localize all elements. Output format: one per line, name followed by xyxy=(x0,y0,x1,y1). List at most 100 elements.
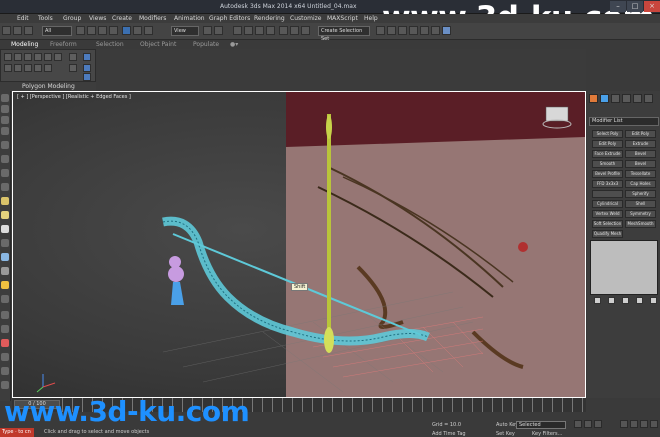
undo-icon[interactable] xyxy=(2,26,11,35)
modifier-button[interactable]: Vertex Weld xyxy=(592,210,623,218)
spinner-snap-icon[interactable] xyxy=(266,26,275,35)
viewport-label[interactable]: [ + ] [Perspective ] [Realistic + Edged … xyxy=(17,94,131,100)
modifier-button[interactable]: Spherify xyxy=(625,190,656,198)
window-crossing-icon[interactable] xyxy=(109,26,118,35)
reference-coord-dropdown[interactable]: View xyxy=(171,26,199,36)
maximize-viewport-icon[interactable] xyxy=(650,420,658,428)
modifier-button[interactable]: Bevel Profile xyxy=(592,170,623,178)
modifier-button[interactable]: Quadify Mesh xyxy=(592,230,623,238)
modifier-button[interactable]: Bevel xyxy=(625,160,656,168)
tool-icon[interactable] xyxy=(1,281,9,289)
redo-icon[interactable] xyxy=(13,26,22,35)
modifier-button[interactable]: Soft Selection xyxy=(592,220,623,228)
orbit-icon[interactable] xyxy=(630,420,638,428)
ribbon-tool-icon[interactable] xyxy=(34,64,42,72)
play-back-icon[interactable] xyxy=(574,420,582,428)
modifier-button[interactable]: Face Extrude xyxy=(592,150,623,158)
modifier-button[interactable]: Cap Holes xyxy=(625,180,656,188)
ribbon-tool-icon[interactable] xyxy=(4,53,12,61)
menu-create[interactable]: Create xyxy=(112,15,132,22)
modifier-button[interactable]: Edit Poly xyxy=(625,130,656,138)
snap-icon[interactable] xyxy=(233,26,242,35)
show-end-result-icon[interactable] xyxy=(608,297,615,304)
rect-select-icon[interactable] xyxy=(98,26,107,35)
move-icon[interactable] xyxy=(122,26,131,35)
modifier-button[interactable]: Tessellate xyxy=(625,170,656,178)
configure-sets-icon[interactable] xyxy=(650,297,657,304)
curve-editor-icon[interactable] xyxy=(387,26,396,35)
menu-graph-editors[interactable]: Graph Editors xyxy=(209,15,250,22)
tool-icon[interactable] xyxy=(1,183,9,191)
tool-icon[interactable] xyxy=(1,367,9,375)
tool-icon[interactable] xyxy=(1,267,9,275)
select-manipulate-icon[interactable] xyxy=(214,26,223,35)
angle-snap-icon[interactable] xyxy=(244,26,253,35)
tool-icon[interactable] xyxy=(1,155,9,163)
pin-stack-icon[interactable] xyxy=(594,297,601,304)
ribbon-tool-icon[interactable] xyxy=(54,53,62,61)
polygon-modeling-label[interactable]: Polygon Modeling xyxy=(22,83,75,90)
ribbon-tool-icon[interactable] xyxy=(83,73,91,81)
tool-icon[interactable] xyxy=(1,311,9,319)
tab-object-paint[interactable]: Object Paint xyxy=(140,41,176,48)
modifier-button[interactable]: Edit Poly xyxy=(592,140,623,148)
key-mode-dropdown[interactable]: Selected xyxy=(516,421,566,429)
layer-icon[interactable] xyxy=(376,26,385,35)
ribbon-tool-icon[interactable] xyxy=(14,64,22,72)
ribbon-tool-icon[interactable] xyxy=(4,64,12,72)
pivot-icon[interactable] xyxy=(203,26,212,35)
ribbon-options-icon[interactable]: ●▾ xyxy=(230,41,238,48)
tool-icon[interactable] xyxy=(1,225,9,233)
modifier-button[interactable]: Select Poly xyxy=(592,130,623,138)
select-object-icon[interactable] xyxy=(76,26,85,35)
ribbon-tool-icon[interactable] xyxy=(83,53,91,61)
tool-icon[interactable] xyxy=(1,116,9,124)
pan-icon[interactable] xyxy=(640,420,648,428)
key-filters-button[interactable]: Key Filters... xyxy=(532,431,562,437)
set-key-button[interactable]: Set Key xyxy=(496,431,515,437)
ribbon-panel-label[interactable]: Polygon Modeling xyxy=(0,82,96,91)
schematic-icon[interactable] xyxy=(398,26,407,35)
menu-modifiers[interactable]: Modifiers xyxy=(139,15,166,22)
scale-icon[interactable] xyxy=(144,26,153,35)
viewcube[interactable] xyxy=(545,106,569,122)
tool-icon[interactable] xyxy=(1,381,9,389)
ribbon-tool-icon[interactable] xyxy=(24,64,32,72)
selection-filter-dropdown[interactable]: All xyxy=(42,26,72,36)
tassel[interactable] xyxy=(171,282,184,305)
link-icon[interactable] xyxy=(24,26,33,35)
tool-icon[interactable] xyxy=(1,211,9,219)
percent-snap-icon[interactable] xyxy=(255,26,264,35)
render-frame-icon[interactable] xyxy=(431,26,440,35)
tool-icon[interactable] xyxy=(1,169,9,177)
mirror-icon[interactable] xyxy=(290,26,299,35)
menu-edit[interactable]: Edit xyxy=(17,15,29,22)
select-by-name-icon[interactable] xyxy=(87,26,96,35)
menu-tools[interactable]: Tools xyxy=(38,15,53,22)
menu-views[interactable]: Views xyxy=(89,15,106,22)
utilities-tab-icon[interactable] xyxy=(644,94,653,103)
render-setup-icon[interactable] xyxy=(420,26,429,35)
tab-populate[interactable]: Populate xyxy=(193,41,219,48)
create-tab-icon[interactable] xyxy=(589,94,598,103)
tab-modeling[interactable]: Modeling xyxy=(11,41,38,48)
modifier-button[interactable]: Extrude xyxy=(625,140,656,148)
rotate-icon[interactable] xyxy=(133,26,142,35)
tool-icon[interactable] xyxy=(1,339,9,347)
hierarchy-tab-icon[interactable] xyxy=(611,94,620,103)
tab-selection[interactable]: Selection xyxy=(96,41,124,48)
auto-key-button[interactable]: Auto Key xyxy=(496,422,518,428)
ribbon-tool-icon[interactable] xyxy=(34,53,42,61)
ribbon-tool-icon[interactable] xyxy=(24,53,32,61)
modifier-button[interactable]: Shell xyxy=(625,200,656,208)
tool-icon[interactable] xyxy=(1,127,9,135)
tool-icon[interactable] xyxy=(1,239,9,247)
tool-icon[interactable] xyxy=(1,197,9,205)
tool-icon[interactable] xyxy=(1,105,9,113)
menu-help[interactable]: Help xyxy=(364,15,378,22)
add-time-tag[interactable]: Add Time Tag xyxy=(432,431,466,437)
make-unique-icon[interactable] xyxy=(622,297,629,304)
close-button[interactable]: × xyxy=(644,1,660,12)
gourd-bottom[interactable] xyxy=(168,266,184,282)
modifier-button[interactable]: Cylindrical xyxy=(592,200,623,208)
